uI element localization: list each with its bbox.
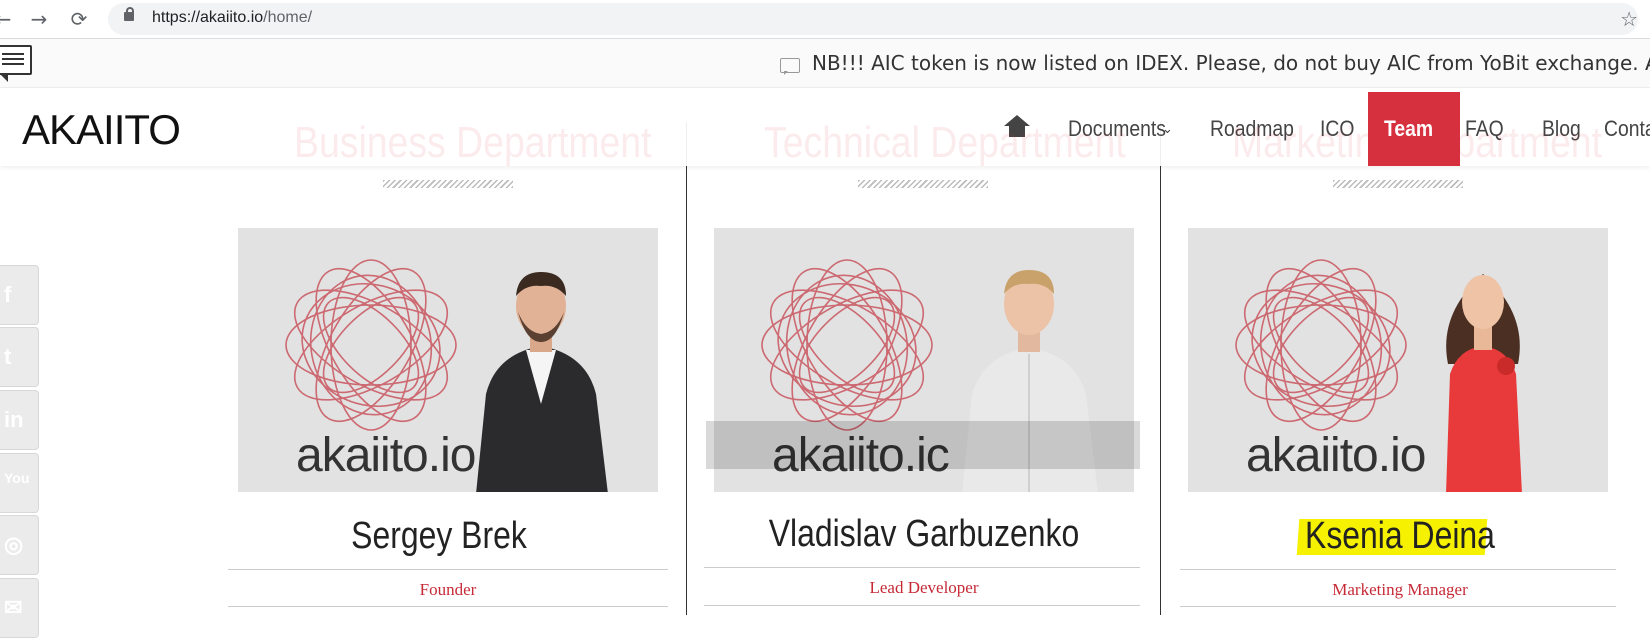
column-divider bbox=[686, 122, 687, 615]
member-role-ksenia: Marketing Manager bbox=[1332, 580, 1468, 599]
column-divider bbox=[1160, 122, 1161, 615]
photo-caption-overlay bbox=[706, 421, 1140, 469]
facebook-glyph: f bbox=[4, 282, 12, 307]
reload-icon[interactable]: ⟳ bbox=[66, 6, 92, 32]
member-role-sergey: Founder bbox=[419, 580, 477, 599]
message-icon bbox=[780, 58, 800, 75]
title-ornament bbox=[858, 180, 988, 188]
url-host: https://akaiito.io bbox=[152, 9, 264, 26]
site-logo[interactable]: AKAIITO bbox=[22, 106, 181, 154]
member-name-vladislav: Vladislav Garbuzenko bbox=[768, 513, 1080, 555]
linkedin-glyph: in bbox=[4, 407, 24, 432]
instagram-icon[interactable]: ◎ bbox=[0, 515, 39, 575]
title-ornament bbox=[1333, 180, 1463, 188]
member-role-vladislav: Lead Developer bbox=[869, 578, 979, 597]
nav-contact[interactable]: Conta bbox=[1604, 116, 1650, 142]
photo-brand-text: akaiito.io bbox=[296, 429, 476, 482]
browser-toolbar: ← → ⟳ https://akaiito.io/home/ ☆ bbox=[0, 0, 1650, 39]
linkedin-icon[interactable]: in bbox=[0, 390, 39, 450]
role-underline bbox=[704, 605, 1140, 606]
member-name-sergey: Sergey Brek bbox=[351, 515, 527, 557]
bookmark-star-icon[interactable]: ☆ bbox=[1620, 7, 1638, 31]
announcement-bar: NB!!! AIC token is now listed on IDEX. P… bbox=[0, 39, 1650, 88]
role-underline bbox=[1180, 606, 1616, 607]
akaiito-orb-logo bbox=[761, 259, 933, 431]
twitter-glyph: t bbox=[4, 344, 12, 369]
facebook-icon[interactable]: f bbox=[0, 265, 39, 325]
name-underline bbox=[228, 569, 668, 570]
url-text[interactable]: https://akaiito.io/home/ bbox=[152, 9, 312, 27]
person-ksenia-image bbox=[1446, 274, 1522, 492]
department-title-marketing: Marketing Department bbox=[1232, 118, 1603, 167]
email-glyph: ✉ bbox=[4, 595, 23, 620]
team-photo-sergey[interactable]: akaiito.io bbox=[238, 228, 658, 492]
announcement-text: NB!!! AIC token is now listed on IDEX. P… bbox=[812, 51, 1650, 75]
department-title-technical: Technical Department bbox=[764, 118, 1126, 167]
member-name-ksenia: Ksenia Deina bbox=[1305, 515, 1495, 557]
lock-icon bbox=[124, 7, 134, 21]
name-underline bbox=[1180, 569, 1616, 570]
role-underline bbox=[228, 606, 668, 607]
twitter-icon[interactable]: t bbox=[0, 327, 39, 387]
instagram-glyph: ◎ bbox=[4, 532, 24, 557]
team-photo-ksenia[interactable]: akaiito.io bbox=[1188, 228, 1608, 492]
youtube-icon[interactable]: You bbox=[0, 453, 39, 513]
youtube-glyph: You bbox=[4, 470, 30, 486]
forward-icon[interactable]: → bbox=[26, 6, 52, 32]
chevron-down-icon[interactable]: ⌄ bbox=[1162, 122, 1173, 137]
akaiito-orb-logo bbox=[285, 259, 457, 431]
name-underline bbox=[704, 567, 1140, 568]
title-ornament bbox=[383, 180, 513, 188]
akaiito-orb-logo bbox=[1235, 259, 1407, 431]
photo-brand-text: akaiito.io bbox=[1246, 429, 1426, 482]
department-title-business: Business Department bbox=[294, 118, 652, 167]
email-icon[interactable]: ✉ bbox=[0, 578, 39, 638]
person-sergey-image bbox=[476, 272, 608, 492]
menu-chat-icon[interactable] bbox=[0, 45, 32, 82]
back-icon[interactable]: ← bbox=[0, 6, 16, 32]
url-path: /home/ bbox=[263, 9, 313, 26]
address-bar[interactable]: https://akaiito.io/home/ ☆ bbox=[108, 3, 1638, 35]
